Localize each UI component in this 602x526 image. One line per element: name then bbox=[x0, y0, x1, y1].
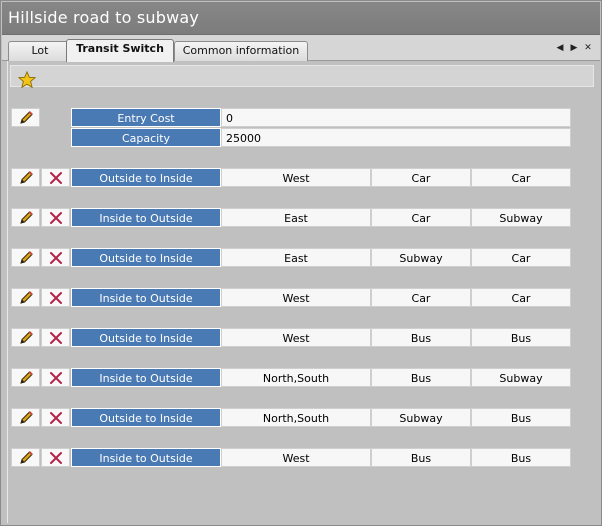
delete-row-button[interactable] bbox=[41, 208, 70, 227]
direction-cell[interactable]: Outside to Inside bbox=[71, 408, 221, 427]
edit-row-button[interactable] bbox=[11, 248, 40, 267]
tab-common-information[interactable]: Common information bbox=[174, 41, 308, 61]
tab-lot[interactable]: Lot bbox=[8, 41, 72, 61]
pencil-icon bbox=[20, 251, 33, 264]
tab-transit-switch[interactable]: Transit Switch bbox=[66, 39, 174, 62]
direction-cell[interactable]: Inside to Outside bbox=[71, 368, 221, 387]
side-cell[interactable]: West bbox=[221, 328, 371, 347]
from-mode-cell[interactable]: Bus bbox=[371, 328, 471, 347]
delete-row-button[interactable] bbox=[41, 288, 70, 307]
to-mode-cell[interactable]: Subway bbox=[471, 208, 571, 227]
tab-transit-switch-label: Transit Switch bbox=[76, 42, 164, 55]
from-mode-cell[interactable]: Car bbox=[371, 288, 471, 307]
side-cell[interactable]: North,South bbox=[221, 368, 371, 387]
from-mode-cell[interactable]: Bus bbox=[371, 368, 471, 387]
direction-cell[interactable]: Outside to Inside bbox=[71, 168, 221, 187]
delete-row-button[interactable] bbox=[41, 168, 70, 187]
edit-row-button[interactable] bbox=[11, 408, 40, 427]
pencil-icon bbox=[20, 451, 33, 464]
delete-x-icon bbox=[50, 252, 62, 264]
tab-lot-label: Lot bbox=[31, 44, 49, 57]
property-value[interactable]: 0 bbox=[221, 108, 571, 127]
tab-strip: Lot Transit Switch Common information ◀ … bbox=[2, 35, 600, 62]
direction-cell[interactable]: Outside to Inside bbox=[71, 328, 221, 347]
from-mode-cell[interactable]: Subway bbox=[371, 408, 471, 427]
edit-properties-button[interactable] bbox=[11, 108, 40, 127]
property-label: Entry Cost bbox=[71, 108, 221, 127]
to-mode-cell[interactable]: Bus bbox=[471, 328, 571, 347]
edit-row-button[interactable] bbox=[11, 448, 40, 467]
side-cell[interactable]: West bbox=[221, 288, 371, 307]
delete-row-button[interactable] bbox=[41, 248, 70, 267]
direction-cell[interactable]: Inside to Outside bbox=[71, 288, 221, 307]
transit-switch-panel: Entry Cost 0 Capacity 25000 Outside to Insi… bbox=[7, 61, 597, 523]
editor-window: Hillside road to subway Lot Transit Swit… bbox=[0, 0, 602, 526]
panel-toolbar bbox=[10, 65, 594, 89]
side-cell[interactable]: North,South bbox=[221, 408, 371, 427]
pencil-icon bbox=[20, 331, 33, 344]
direction-cell[interactable]: Outside to Inside bbox=[71, 248, 221, 267]
from-mode-cell[interactable]: Bus bbox=[371, 448, 471, 467]
to-mode-cell[interactable]: Car bbox=[471, 248, 571, 267]
side-cell[interactable]: West bbox=[221, 168, 371, 187]
to-mode-cell[interactable]: Car bbox=[471, 288, 571, 307]
to-mode-cell[interactable]: Car bbox=[471, 168, 571, 187]
pencil-icon bbox=[20, 291, 33, 304]
delete-x-icon bbox=[50, 372, 62, 384]
side-cell[interactable]: West bbox=[221, 448, 371, 467]
pencil-icon bbox=[20, 411, 33, 424]
edit-row-button[interactable] bbox=[11, 208, 40, 227]
delete-row-button[interactable] bbox=[41, 328, 70, 347]
edit-row-button[interactable] bbox=[11, 288, 40, 307]
direction-cell[interactable]: Inside to Outside bbox=[71, 448, 221, 467]
delete-x-icon bbox=[50, 292, 62, 304]
to-mode-cell[interactable]: Bus bbox=[471, 448, 571, 467]
direction-cell[interactable]: Inside to Outside bbox=[71, 208, 221, 227]
delete-x-icon bbox=[50, 332, 62, 344]
to-mode-cell[interactable]: Subway bbox=[471, 368, 571, 387]
tab-scroll-right-icon[interactable]: ▶ bbox=[569, 41, 579, 55]
side-cell[interactable]: East bbox=[221, 208, 371, 227]
side-cell[interactable]: East bbox=[221, 248, 371, 267]
tab-scroll-left-icon[interactable]: ◀ bbox=[555, 41, 565, 55]
delete-x-icon bbox=[50, 412, 62, 424]
title-bar: Hillside road to subway bbox=[2, 2, 600, 35]
to-mode-cell[interactable]: Bus bbox=[471, 408, 571, 427]
pencil-icon bbox=[20, 111, 33, 124]
delete-row-button[interactable] bbox=[41, 448, 70, 467]
delete-x-icon bbox=[50, 212, 62, 224]
delete-x-icon bbox=[50, 452, 62, 464]
pencil-icon bbox=[20, 211, 33, 224]
from-mode-cell[interactable]: Car bbox=[371, 168, 471, 187]
delete-row-button[interactable] bbox=[41, 408, 70, 427]
delete-row-button[interactable] bbox=[41, 368, 70, 387]
window-title: Hillside road to subway bbox=[8, 8, 200, 27]
close-icon[interactable]: ✕ bbox=[583, 41, 593, 55]
edit-row-button[interactable] bbox=[11, 328, 40, 347]
pencil-icon bbox=[20, 171, 33, 184]
property-label: Capacity bbox=[71, 128, 221, 147]
delete-x-icon bbox=[50, 172, 62, 184]
edit-row-button[interactable] bbox=[11, 368, 40, 387]
edit-row-button[interactable] bbox=[11, 168, 40, 187]
from-mode-cell[interactable]: Car bbox=[371, 208, 471, 227]
from-mode-cell[interactable]: Subway bbox=[371, 248, 471, 267]
tab-common-information-label: Common information bbox=[182, 44, 300, 57]
property-value[interactable]: 25000 bbox=[221, 128, 571, 147]
star-icon[interactable] bbox=[18, 71, 36, 89]
pencil-icon bbox=[20, 371, 33, 384]
